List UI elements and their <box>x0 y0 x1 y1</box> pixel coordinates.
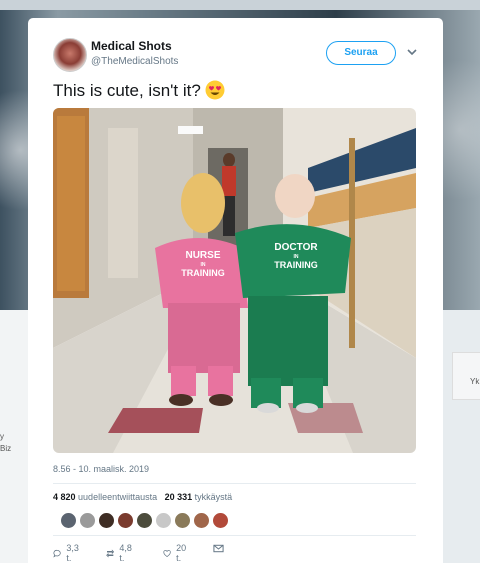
liker-avatar[interactable] <box>117 512 134 529</box>
retweets-label[interactable]: uudelleentwiittausta <box>78 492 157 502</box>
divider <box>53 483 416 484</box>
liker-avatar[interactable] <box>98 512 115 529</box>
avatar[interactable] <box>53 38 87 72</box>
author-name[interactable]: Medical Shots <box>91 39 172 53</box>
like-count: 20 t. <box>176 543 187 563</box>
tweet-photo[interactable]: 10 NURSE IN TRAINING <box>53 108 416 453</box>
liker-avatar[interactable] <box>212 512 229 529</box>
author-handle[interactable]: @TheMedicalShots <box>91 56 178 67</box>
reply-count: 3,3 t. <box>66 543 79 563</box>
background-header <box>0 0 480 10</box>
direct-message-action[interactable] <box>213 543 224 554</box>
retweet-action[interactable]: 4,8 t. <box>106 543 135 563</box>
reply-icon <box>53 549 61 557</box>
follow-button[interactable]: Seuraa <box>326 41 396 65</box>
background-right-card <box>452 352 480 400</box>
liker-avatar[interactable] <box>174 512 191 529</box>
liker-avatar[interactable] <box>155 512 172 529</box>
background-left-label: Biz <box>0 444 12 453</box>
tweet-text-body: This is cute, isn't it? <box>53 81 201 100</box>
retweet-count: 4,8 t. <box>119 543 132 563</box>
doctor-shirt-text: TRAINING <box>274 260 318 270</box>
tweet-text: This is cute, isn't it? <box>53 80 225 101</box>
photo-children-hospital-corridor-icon: 10 NURSE IN TRAINING <box>53 108 416 453</box>
heart-eyes-emoji-icon <box>205 80 225 100</box>
liker-avatar[interactable] <box>193 512 210 529</box>
heart-icon <box>163 549 171 557</box>
tweet-timestamp[interactable]: 8.56 - 10. maalisk. 2019 <box>53 464 149 474</box>
retweet-icon <box>106 548 115 558</box>
tweet-card: Medical Shots @TheMedicalShots Seuraa Th… <box>28 18 443 563</box>
nurse-shirt-text: NURSE <box>185 250 220 261</box>
like-action[interactable]: 20 t. <box>163 543 189 563</box>
doctor-shirt-text: DOCTOR <box>274 242 318 253</box>
background-left-label: y <box>0 432 4 441</box>
divider <box>53 535 416 536</box>
likes-count[interactable]: 20 331 <box>165 492 193 502</box>
background-left-column <box>0 310 28 563</box>
liker-avatar[interactable] <box>79 512 96 529</box>
reply-action[interactable]: 3,3 t. <box>53 543 82 563</box>
envelope-icon <box>213 544 224 553</box>
liker-avatar[interactable] <box>60 512 77 529</box>
engagement-stats: 4 820 uudelleentwiittausta 20 331 tykkäy… <box>53 492 232 502</box>
liker-avatar[interactable] <box>136 512 153 529</box>
retweets-count[interactable]: 4 820 <box>53 492 76 502</box>
likes-label[interactable]: tykkäystä <box>195 492 233 502</box>
chevron-down-icon[interactable] <box>406 46 418 58</box>
background-right-label: Yk <box>470 377 480 386</box>
nurse-shirt-text: TRAINING <box>181 268 225 278</box>
